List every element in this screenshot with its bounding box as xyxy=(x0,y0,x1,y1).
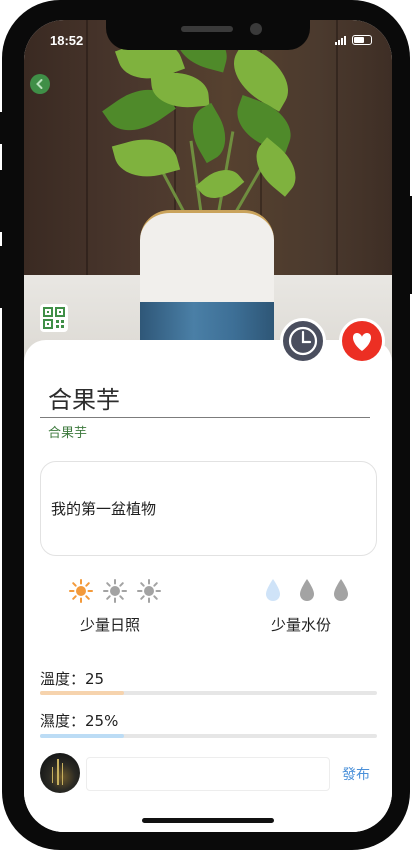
plant-name-field[interactable]: 合果芋 xyxy=(40,383,370,418)
plant-pot xyxy=(140,210,274,310)
humidity-bar-fill xyxy=(40,734,125,738)
notch xyxy=(106,20,310,50)
water-level xyxy=(264,577,350,603)
sun-icon xyxy=(103,579,127,603)
temperature-bar-fill xyxy=(40,691,125,695)
back-arrow-icon[interactable] xyxy=(30,74,50,94)
water-drop-icon xyxy=(266,579,280,601)
sun-icon xyxy=(137,579,161,603)
qr-code-icon[interactable] xyxy=(40,304,68,332)
temperature-label: 溫度：25 xyxy=(40,670,105,688)
screen: 18:52 合果芋 合果芋 我的第一盆植物 少量日照 少量水份 溫度：25 濕度… xyxy=(24,20,392,832)
comment-input[interactable] xyxy=(86,757,330,791)
clock-icon xyxy=(288,326,318,356)
plant-photo xyxy=(24,20,392,380)
side-button-left-mid xyxy=(0,170,4,232)
plant-note[interactable]: 我的第一盆植物 xyxy=(40,461,377,556)
water-label: 少量水份 xyxy=(271,616,332,634)
side-button-left-top xyxy=(0,112,4,144)
plant-species: 合果芋 xyxy=(48,426,88,441)
humidity-label: 濕度：25% xyxy=(40,712,119,730)
water-drop-icon xyxy=(334,579,348,601)
status-time: 18:52 xyxy=(50,33,84,48)
favorite-button[interactable] xyxy=(339,318,385,364)
sun-icon xyxy=(69,579,93,603)
comment-row: 發布 xyxy=(40,753,380,797)
light-label: 少量日照 xyxy=(80,616,141,634)
temperature-bar xyxy=(40,691,377,695)
heart-icon xyxy=(352,333,372,351)
water-drop-icon xyxy=(300,579,314,601)
home-indicator xyxy=(142,818,274,823)
humidity-bar xyxy=(40,734,377,738)
status-indicators xyxy=(335,35,372,45)
phone-frame: 18:52 合果芋 合果芋 我的第一盆植物 少量日照 少量水份 溫度：25 濕度… xyxy=(0,0,412,850)
post-button[interactable]: 發布 xyxy=(342,764,370,784)
plant-name: 合果芋 xyxy=(48,386,120,414)
light-level xyxy=(68,578,162,604)
avatar[interactable] xyxy=(40,753,80,793)
history-button[interactable] xyxy=(280,318,326,364)
side-button-left-bottom xyxy=(0,246,4,308)
side-button-right xyxy=(408,196,412,294)
battery-icon xyxy=(352,35,372,45)
signal-icon xyxy=(335,35,346,45)
